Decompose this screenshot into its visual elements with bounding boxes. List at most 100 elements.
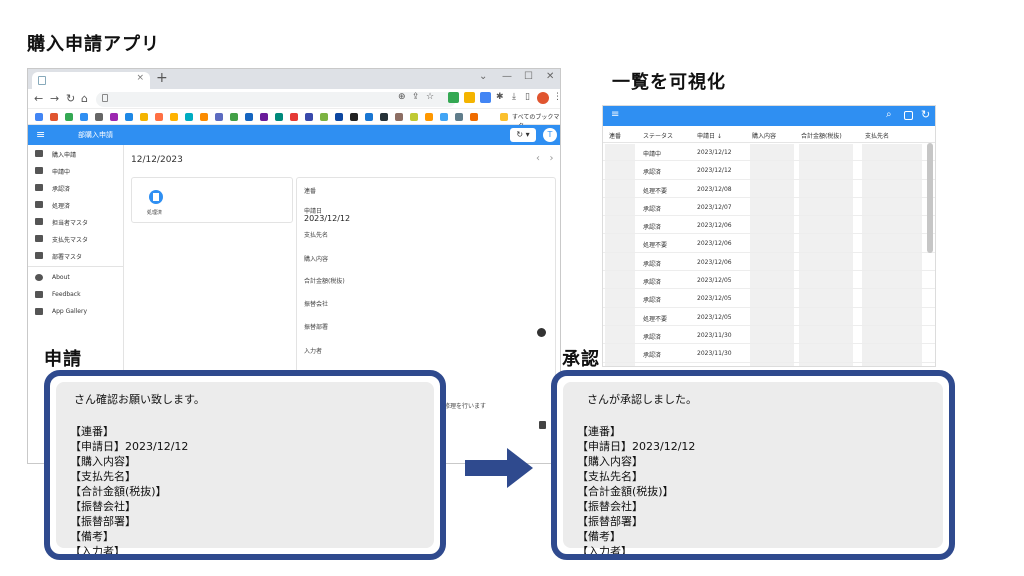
bookmark-icon[interactable] [155, 113, 163, 121]
bookmark-icon[interactable] [455, 113, 463, 121]
bookmark-icon[interactable] [65, 113, 73, 121]
bookmark-star-icon[interactable]: ☆ [426, 92, 434, 102]
bookmark-icon[interactable] [140, 113, 148, 121]
refresh-button[interactable]: ↻ ▾ [510, 128, 536, 142]
tab-search-icon[interactable]: ⌄ [479, 71, 487, 82]
next-arrow-icon[interactable] [537, 328, 546, 337]
bookmark-icon[interactable] [380, 113, 388, 121]
apply-line: 【支払先名】 [70, 470, 136, 483]
table-row[interactable]: 承認済 2023/11/30 [603, 344, 935, 363]
sidepanel-icon[interactable]: ▯ [525, 92, 530, 102]
approve-message: さんが承認しました。 【連番】 【申請日】2023/12/12 【購入内容】 【… [563, 382, 943, 554]
checkbox-icon[interactable] [904, 111, 913, 120]
info-icon [35, 274, 43, 281]
bookmark-icon[interactable] [200, 113, 208, 121]
file-icon[interactable] [539, 421, 546, 429]
bookmark-icon[interactable] [125, 113, 133, 121]
bookmark-icon[interactable] [110, 113, 118, 121]
sidebar-item-payee-master[interactable]: 支払先マスタ [28, 230, 123, 247]
col-header[interactable]: 合計金額(税抜) [801, 131, 842, 140]
bookmark-icon[interactable] [230, 113, 238, 121]
bookmark-icon[interactable] [320, 113, 328, 121]
sidebar-item-department-master[interactable]: 部署マスタ [28, 247, 123, 264]
sidebar-item-staff-master[interactable]: 担当者マスタ [28, 213, 123, 230]
table-row[interactable]: 承認済 2023/12/05 [603, 271, 935, 290]
col-header[interactable]: 申請日 ↓ [697, 131, 722, 140]
maximize-icon[interactable]: ☐ [524, 71, 533, 82]
forward-icon[interactable]: → [50, 92, 59, 105]
col-header[interactable]: 連番 [609, 131, 621, 140]
back-icon[interactable]: ← [34, 92, 43, 105]
extension-icon[interactable] [480, 92, 491, 103]
bookmark-icon[interactable] [425, 113, 433, 121]
new-tab-icon[interactable]: + [156, 70, 168, 86]
sidebar-item-app-gallery[interactable]: App Gallery [28, 303, 123, 320]
col-header[interactable]: 購入内容 [752, 131, 776, 140]
download-icon[interactable]: ⤓ [512, 92, 516, 102]
bookmark-icon[interactable] [395, 113, 403, 121]
refresh-icon[interactable]: ↻ [921, 108, 930, 121]
approve-line: 【購入内容】 [577, 455, 643, 468]
sidebar-item-feedback[interactable]: Feedback [28, 286, 123, 303]
close-window-icon[interactable]: ✕ [546, 71, 554, 82]
profile-avatar[interactable] [537, 92, 549, 104]
share-icon[interactable]: ⇪ [412, 92, 420, 102]
bookmark-icon[interactable] [440, 113, 448, 121]
table-row[interactable]: 承認済 2023/11/30 [603, 326, 935, 345]
browser-menu-icon[interactable]: ⋮ [553, 92, 560, 102]
close-tab-icon[interactable]: × [136, 73, 144, 83]
sidebar-item-about[interactable]: About [28, 269, 123, 286]
bookmark-icon[interactable] [350, 113, 358, 121]
bookmark-icon[interactable] [470, 113, 478, 121]
table-row[interactable]: 承認済 2023/12/06 [603, 216, 935, 235]
status-card[interactable]: 処理済 [131, 177, 293, 223]
zoom-icon[interactable]: ⊕ [398, 92, 406, 102]
bookmark-icon[interactable] [185, 113, 193, 121]
col-header[interactable]: 支払先名 [865, 131, 889, 140]
sidebar-item-purchase-request[interactable]: 購入申請 [28, 145, 123, 162]
search-icon[interactable]: ⌕ [886, 109, 892, 120]
send-icon [35, 167, 43, 174]
bookmark-icon[interactable] [290, 113, 298, 121]
bookmark-icon[interactable] [305, 113, 313, 121]
extension-icon[interactable] [464, 92, 475, 103]
table-row[interactable]: 承認済 2023/12/06 [603, 253, 935, 272]
col-header[interactable]: ステータス [643, 131, 673, 140]
bookmark-icon[interactable] [50, 113, 58, 121]
apply-line: 【入力者】 [70, 545, 125, 558]
table-row[interactable]: 処理不要 2023/12/05 [603, 308, 935, 326]
table-row[interactable]: 処理不要 2023/12/08 [603, 180, 935, 198]
home-icon[interactable]: ⌂ [81, 92, 88, 105]
user-avatar[interactable]: T [543, 128, 557, 142]
bookmark-icon[interactable] [275, 113, 283, 121]
minimize-icon[interactable]: — [502, 71, 512, 82]
sidebar-item-pending[interactable]: 申請中 [28, 162, 123, 179]
bookmark-icon[interactable] [245, 113, 253, 121]
bookmark-icon[interactable] [215, 113, 223, 121]
table-row[interactable]: 承認済 2023/12/07 [603, 198, 935, 217]
table-row[interactable]: 申請中 2023/12/12 [603, 143, 935, 162]
folder-icon[interactable] [500, 113, 508, 121]
title-visualize: 一覧を可視化 [612, 72, 726, 93]
bookmark-icon[interactable] [335, 113, 343, 121]
bookmark-icon[interactable] [95, 113, 103, 121]
bookmark-icon[interactable] [260, 113, 268, 121]
table-row[interactable]: 承認済 2023/12/05 [603, 289, 935, 308]
filter-icon[interactable]: ≡ [611, 109, 619, 120]
table-row[interactable]: 承認済 2023/12/12 [603, 161, 935, 180]
date-nav-arrows[interactable]: ‹ › [536, 153, 554, 164]
sidebar-item-processed[interactable]: 処理済 [28, 196, 123, 213]
bookmark-icon[interactable] [365, 113, 373, 121]
hamburger-menu-icon[interactable]: ≡ [36, 128, 45, 141]
scrollbar[interactable] [927, 143, 933, 253]
browser-tab[interactable]: × [32, 72, 150, 89]
drive-extension-icon[interactable] [448, 92, 459, 103]
bookmark-icon[interactable] [35, 113, 43, 121]
bookmark-icon[interactable] [170, 113, 178, 121]
bookmark-icon[interactable] [80, 113, 88, 121]
sidebar-item-approved[interactable]: 承認済 [28, 179, 123, 196]
reload-icon[interactable]: ↻ [66, 92, 75, 105]
bookmark-icon[interactable] [410, 113, 418, 121]
table-row[interactable]: 処理不要 2023/12/06 [603, 234, 935, 253]
puzzle-extensions-icon[interactable]: ✱ [496, 92, 504, 102]
